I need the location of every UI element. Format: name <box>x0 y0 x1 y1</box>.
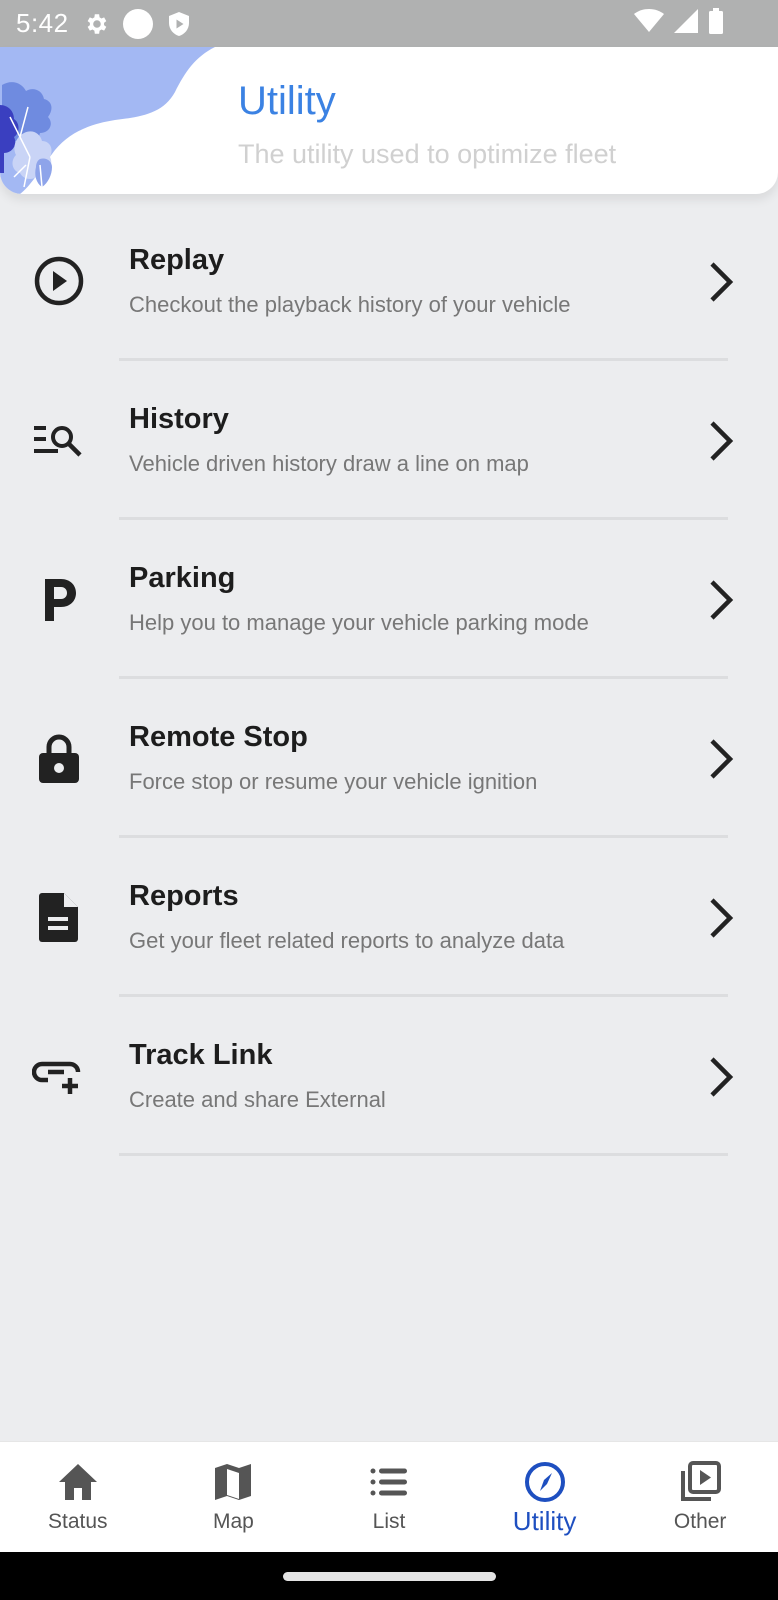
chevron-right-icon <box>710 580 734 620</box>
nav-tab-list[interactable]: List <box>311 1442 467 1552</box>
nav-label: Status <box>48 1510 108 1533</box>
menu-item-label: Replay <box>129 244 225 276</box>
nav-tab-map[interactable]: Map <box>156 1442 312 1552</box>
menu-item-description: Help you to manage your vehicle parking … <box>129 610 589 635</box>
divider <box>119 1153 728 1156</box>
menu-item-track-link[interactable]: Track Link Create and share External <box>0 997 778 1156</box>
system-nav-bar <box>0 1552 778 1600</box>
nav-tab-other[interactable]: Other <box>622 1442 778 1552</box>
list-icon <box>370 1460 408 1504</box>
home-icon <box>57 1460 99 1504</box>
menu-item-label: Parking <box>129 562 236 594</box>
page-title: Utility <box>238 79 336 123</box>
menu-item-description: Force stop or resume your vehicle igniti… <box>129 769 538 794</box>
status-time: 5:42 <box>16 8 69 38</box>
chevron-right-icon <box>710 421 734 461</box>
status-right-icons <box>634 0 724 47</box>
cell-signal-icon <box>674 9 698 38</box>
shield-play-icon <box>167 11 191 37</box>
chevron-right-icon <box>710 1057 734 1097</box>
nav-label: Other <box>673 1510 727 1533</box>
nav-label: Utility <box>512 1506 577 1536</box>
wifi-icon <box>634 9 664 38</box>
chevron-right-icon <box>710 262 734 302</box>
bottom-nav: Status Map List Utility Other <box>0 1441 778 1552</box>
video-library-icon <box>679 1460 722 1504</box>
utility-menu: Replay Checkout the playback history of … <box>0 202 778 1156</box>
gear-icon <box>83 11 109 37</box>
parking-icon <box>32 572 86 626</box>
battery-icon <box>708 8 724 39</box>
menu-item-label: Track Link <box>129 1039 273 1071</box>
map-icon <box>214 1460 252 1504</box>
utility-screen: 5:42 Utility The utility used to optimiz… <box>0 0 778 1600</box>
nav-label: Map <box>212 1510 254 1533</box>
document-icon <box>32 890 86 944</box>
chevron-right-icon <box>710 898 734 938</box>
menu-item-replay[interactable]: Replay Checkout the playback history of … <box>0 202 778 361</box>
page-header: Utility The utility used to optimize fle… <box>0 47 778 194</box>
page-subtitle: The utility used to optimize fleet <box>238 139 617 169</box>
nav-tab-utility[interactable]: Utility <box>467 1442 623 1552</box>
chevron-right-icon <box>710 739 734 779</box>
menu-item-description: Vehicle driven history draw a line on ma… <box>129 451 529 476</box>
menu-item-remote-stop[interactable]: Remote Stop Force stop or resume your ve… <box>0 679 778 838</box>
nav-label: List <box>372 1510 406 1533</box>
menu-item-description: Get your fleet related reports to analyz… <box>129 928 565 953</box>
menu-item-description: Checkout the playback history of your ve… <box>129 292 571 317</box>
menu-item-reports[interactable]: Reports Get your fleet related reports t… <box>0 838 778 997</box>
menu-item-description: Create and share External <box>129 1087 386 1112</box>
compass-icon <box>524 1460 566 1504</box>
leaf-illustration <box>0 47 215 194</box>
status-bar: 5:42 <box>0 0 778 47</box>
menu-item-history[interactable]: History Vehicle driven history draw a li… <box>0 361 778 520</box>
home-gesture-handle[interactable] <box>283 1572 496 1581</box>
circle-icon <box>122 8 153 39</box>
nav-tab-status[interactable]: Status <box>0 1442 156 1552</box>
menu-item-label: Remote Stop <box>129 721 308 753</box>
lock-icon <box>32 731 86 785</box>
add-link-icon <box>32 1049 86 1103</box>
menu-item-parking[interactable]: Parking Help you to manage your vehicle … <box>0 520 778 679</box>
menu-item-label: History <box>129 403 229 435</box>
menu-item-label: Reports <box>129 880 239 912</box>
play-circle-icon <box>32 254 86 308</box>
list-search-icon <box>32 413 86 467</box>
